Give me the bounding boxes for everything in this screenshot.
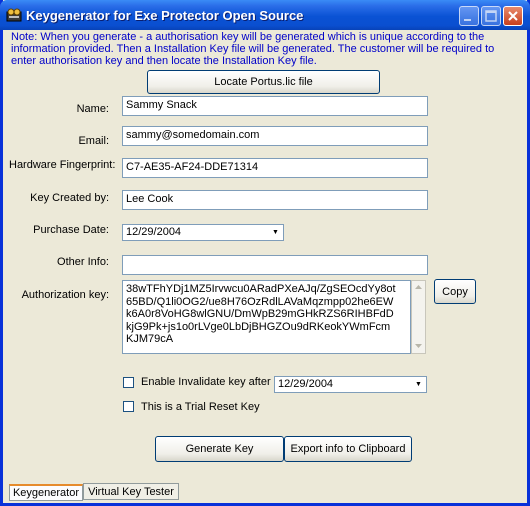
invalidate-date-value: 12/29/2004 bbox=[278, 378, 334, 390]
invalidate-date-picker[interactable]: 12/29/2004 ▼ bbox=[274, 376, 427, 393]
copy-button[interactable]: Copy bbox=[434, 279, 476, 304]
purchase-date-picker[interactable]: 12/29/2004 ▼ bbox=[122, 224, 284, 241]
maximize-icon bbox=[485, 10, 497, 22]
invalidate-key-label: Enable Invalidate key after bbox=[141, 376, 271, 388]
invalidate-key-checkbox[interactable] bbox=[123, 377, 134, 388]
instruction-note: Note: When you generate - a authorisatio… bbox=[11, 31, 495, 67]
scroll-arrows-icon bbox=[415, 285, 422, 348]
name-label: Name: bbox=[76, 103, 109, 115]
authorization-key-scrollbar[interactable] bbox=[411, 280, 426, 354]
email-field[interactable]: sammy@somedomain.com bbox=[122, 126, 428, 146]
generate-key-button[interactable]: Generate Key bbox=[155, 436, 284, 462]
trial-reset-checkbox[interactable] bbox=[123, 401, 134, 412]
authorization-key-label: Authorization key: bbox=[21, 289, 109, 301]
authorization-key-value: 38wTFhYDj1MZ5Irvwcu0ARadPXeAJq/ZgSEOcdYy… bbox=[126, 283, 396, 345]
close-button[interactable] bbox=[503, 6, 523, 26]
chevron-down-icon[interactable]: ▼ bbox=[412, 378, 425, 391]
trial-reset-label: This is a Trial Reset Key bbox=[141, 401, 260, 413]
close-icon bbox=[508, 11, 518, 21]
key-created-by-label: Key Created by: bbox=[30, 192, 109, 204]
window-title: Keygenerator for Exe Protector Open Sour… bbox=[26, 8, 304, 23]
other-info-label: Other Info: bbox=[57, 256, 109, 268]
authorization-key-textarea[interactable]: 38wTFhYDj1MZ5Irvwcu0ARadPXeAJq/ZgSEOcdYy… bbox=[122, 280, 411, 354]
other-info-field[interactable] bbox=[122, 255, 428, 275]
purchase-date-value: 12/29/2004 bbox=[126, 226, 182, 238]
tab-keygenerator[interactable]: Keygenerator bbox=[9, 484, 83, 501]
export-to-clipboard-button[interactable]: Export info to Clipboard bbox=[284, 436, 412, 462]
tab-virtual-key-tester[interactable]: Virtual Key Tester bbox=[83, 483, 179, 500]
purchase-date-label: Purchase Date: bbox=[33, 224, 109, 236]
chevron-down-icon[interactable]: ▼ bbox=[269, 226, 282, 239]
hardware-fingerprint-field[interactable]: C7-AE35-AF24-DDE71314 bbox=[122, 158, 428, 178]
maximize-button[interactable] bbox=[481, 6, 501, 26]
minimize-button[interactable] bbox=[459, 6, 479, 26]
hardware-fingerprint-label: Hardware Fingerprint: bbox=[9, 159, 116, 171]
name-field[interactable]: Sammy Snack bbox=[122, 96, 428, 116]
key-created-by-field[interactable]: Lee Cook bbox=[122, 190, 428, 210]
locate-license-button[interactable]: Locate Portus.lic file bbox=[147, 70, 380, 94]
app-icon bbox=[5, 6, 23, 24]
email-label: Email: bbox=[78, 135, 109, 147]
minimize-icon bbox=[464, 19, 471, 21]
